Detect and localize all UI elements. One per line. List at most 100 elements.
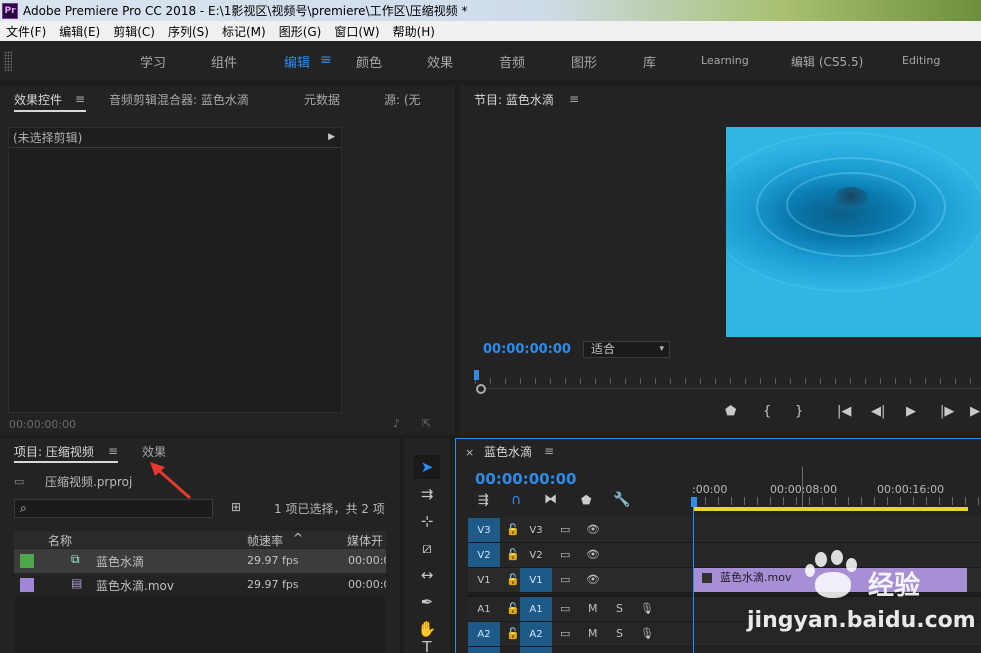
microphone-icon[interactable]: 🎙 [640,627,654,640]
workspace-learning-en[interactable]: Learning [701,54,749,67]
program-timecode[interactable]: 00:00:00:00 [483,342,571,357]
nest-icon[interactable]: ⇶ [478,493,489,508]
workspace-effects[interactable]: 效果 [427,52,453,71]
track-v3[interactable]: V3 🔓 V3 ▭ 👁 [468,518,981,543]
menu-markers[interactable]: 标记(M) [216,23,273,40]
track-target-v2[interactable]: V2 [520,543,552,567]
grip-icon[interactable] [4,50,12,71]
solo-button[interactable]: S [616,602,623,615]
ripple-edit-tool-icon[interactable]: ⊹ [414,509,440,533]
eye-icon[interactable]: 👁 [586,573,600,586]
sync-lock-icon[interactable]: ▭ [560,602,570,615]
workspace-editing-cs55[interactable]: 编辑 (CS5.5) [791,53,863,70]
tab-project[interactable]: 项目: 压缩视频 [14,443,94,460]
effect-controls-timecode[interactable]: 00:00:00:00 [9,418,76,431]
snap-magnet-icon[interactable]: ∩ [511,492,521,508]
play-icon[interactable]: ▶ [906,404,916,419]
step-back-icon[interactable]: ◀| [871,404,885,419]
program-playhead[interactable] [474,370,479,380]
menu-help[interactable]: 帮助(H) [387,23,442,40]
tab-source[interactable]: 源: (无 [384,91,446,108]
tab-audio-clip-mixer[interactable]: 音频剪辑混合器: 蓝色水滴 [109,91,249,108]
in-point-icon[interactable]: { [763,404,771,419]
microphone-icon[interactable]: 🎙 [640,602,654,615]
expand-arrow-icon[interactable]: ▶ [328,132,335,142]
lock-icon[interactable]: 🔓 [506,523,520,536]
zoom-scrollbar[interactable] [486,388,981,389]
project-item-sequence[interactable]: ⧉ 蓝色水滴 29.97 fps 00:00:0 [14,549,386,573]
program-menu-icon[interactable]: ≡ [569,92,579,106]
column-name[interactable]: 名称 [48,532,72,549]
fit-dropdown[interactable]: 适合 ▾ [583,341,670,358]
workspace-graphics[interactable]: 图形 [571,52,597,71]
workspace-learn[interactable]: 学习 [140,52,166,71]
export-frame-icon[interactable]: ⇱ [422,417,431,430]
track-target-v1[interactable]: V1 [520,568,552,592]
sort-ascending-icon[interactable]: ^ [293,531,303,545]
new-bin-icon[interactable]: ⊞ [231,500,241,514]
workspace-editing[interactable]: 编辑 [284,52,310,71]
timeline-menu-icon[interactable]: ≡ [544,444,554,458]
menu-window[interactable]: 窗口(W) [328,23,386,40]
tab-effect-controls[interactable]: 效果控件 [14,91,62,108]
eye-icon[interactable]: 👁 [586,548,600,561]
track-target-a1[interactable]: A1 [520,597,552,621]
program-time-ruler[interactable] [475,370,981,386]
program-monitor-title[interactable]: 节目: 蓝色水滴 [474,91,554,108]
lock-icon[interactable]: 🔓 [506,602,520,615]
work-area-bar[interactable] [694,507,968,511]
tab-metadata[interactable]: 元数据 [304,91,340,108]
menu-clip[interactable]: 剪辑(C) [107,23,162,40]
pen-tool-icon[interactable]: ✒ [414,590,440,614]
add-marker-icon[interactable]: ⬟ [581,493,591,507]
column-media-start[interactable]: 媒体开 [347,532,386,549]
sync-lock-icon[interactable]: ▭ [560,573,570,586]
source-patch-v3[interactable]: V3 [468,518,500,542]
sync-lock-icon[interactable]: ▭ [560,627,570,640]
step-forward-icon[interactable]: |▶ [940,404,954,419]
label-color-swatch[interactable] [20,554,34,568]
workspace-editing-en[interactable]: Editing [902,54,940,67]
marker-icon[interactable]: ⬟ [725,404,736,419]
source-patch-a2[interactable]: A2 [468,622,500,646]
source-patch-a1[interactable]: A1 [468,597,500,621]
menu-file[interactable]: 文件(F) [0,23,53,40]
solo-button[interactable]: S [616,627,623,640]
lock-icon[interactable]: 🔓 [506,548,520,561]
column-frame-rate[interactable]: 帧速率 [247,532,283,549]
eye-icon[interactable]: 👁 [586,523,600,536]
zoom-handle[interactable] [476,384,486,394]
project-search-input[interactable]: ⌕ [14,499,213,518]
project-item-clip[interactable]: ▤ 蓝色水滴.mov 29.97 fps 00:00:0 [14,573,386,597]
source-patch-v1[interactable]: V1 [468,568,500,592]
timeline-timecode[interactable]: 00:00:00:00 [475,470,577,488]
go-to-out-icon[interactable]: ▶| [970,404,981,419]
wrench-icon[interactable]: 🔧 [613,492,630,508]
linked-selection-icon[interactable]: ⧓ [544,492,557,507]
out-point-icon[interactable]: } [795,404,803,419]
sync-lock-icon[interactable]: ▭ [560,523,570,536]
sync-lock-icon[interactable]: ▭ [560,548,570,561]
razor-tool-icon[interactable]: ⧄ [414,536,440,560]
go-to-in-icon[interactable]: |◀ [837,404,851,419]
timeline-playhead[interactable] [691,497,697,507]
audio-icon[interactable]: ♪ [393,417,400,430]
mute-button[interactable]: M [588,627,598,640]
selection-tool-icon[interactable]: ➤ [414,455,440,479]
type-tool-icon[interactable]: T [414,641,440,653]
label-color-swatch[interactable] [20,578,34,592]
hand-tool-icon[interactable]: ✋ [414,617,440,641]
panel-menu-icon[interactable]: ≡ [75,92,85,106]
workspace-audio[interactable]: 音频 [499,52,525,71]
mute-button[interactable]: M [588,602,598,615]
timeline-ruler[interactable] [692,497,981,505]
track-target-a2[interactable]: A2 [520,622,552,646]
workspace-assembly[interactable]: 组件 [211,52,237,71]
track-select-tool-icon[interactable]: ⇉ [414,482,440,506]
project-menu-icon[interactable]: ≡ [108,444,118,458]
lock-icon[interactable]: 🔓 [506,573,520,586]
workspace-menu-icon[interactable]: ≡ [320,52,332,68]
tab-effects[interactable]: 效果 [142,443,166,460]
slip-tool-icon[interactable]: ↔ [414,563,440,587]
source-patch-v2[interactable]: V2 [468,543,500,567]
